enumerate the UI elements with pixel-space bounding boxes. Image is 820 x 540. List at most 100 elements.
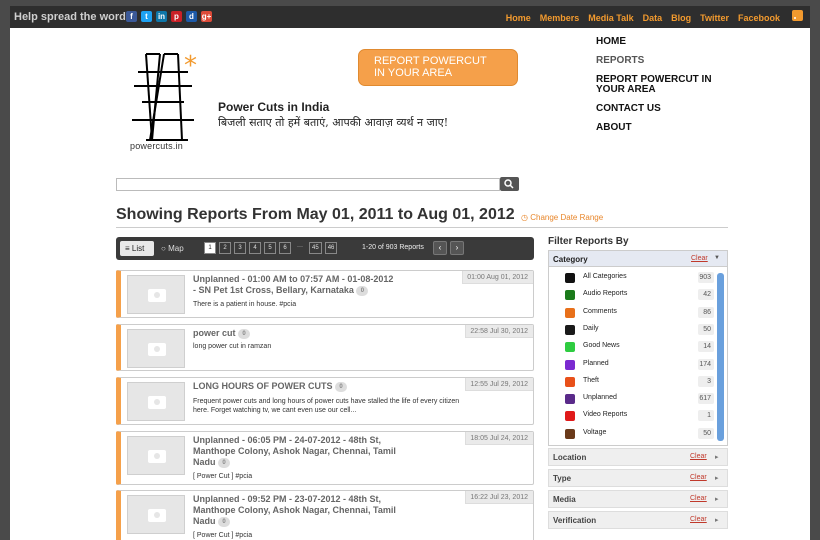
page-45[interactable]: 45	[309, 242, 322, 254]
category-count: 617	[698, 393, 714, 405]
report-thumbnail	[127, 329, 185, 368]
report-description: [ Power Cut ] #pcia	[193, 473, 253, 480]
digg-icon[interactable]: d	[186, 11, 197, 22]
category-item[interactable]: Planned 174	[549, 358, 714, 375]
report-title[interactable]: LONG HOURS OF POWER CUTS	[193, 381, 333, 391]
category-item[interactable]: Voltage 50	[549, 427, 714, 444]
category-name: Voltage	[583, 428, 607, 436]
heading-divider	[116, 227, 728, 228]
topnav-facebook-link[interactable]: Facebook	[738, 13, 780, 23]
page-6[interactable]: 6	[279, 242, 291, 254]
category-item[interactable]: Daily 50	[549, 323, 714, 340]
category-swatch-icon	[565, 376, 575, 387]
facebook-icon[interactable]: f	[126, 11, 137, 22]
nav-about[interactable]: ABOUT	[596, 123, 720, 133]
page-2[interactable]: 2	[219, 242, 231, 254]
filter-section-location[interactable]: Location Clear ▸	[548, 448, 728, 466]
page-content: * powercuts.in Power Cuts in India बिजली…	[10, 28, 810, 540]
category-scrollbar[interactable]	[717, 273, 724, 441]
linkedin-icon[interactable]: in	[156, 11, 167, 22]
filter-title: Filter Reports By	[548, 236, 629, 247]
nav-home[interactable]: HOME	[596, 37, 720, 47]
category-item[interactable]: Video Reports 1	[549, 409, 714, 426]
category-swatch-icon	[565, 394, 575, 405]
map-view-button[interactable]: ○ Map	[161, 244, 184, 253]
topnav-home-link[interactable]: Home	[506, 13, 531, 23]
googleplus-icon[interactable]: g+	[201, 11, 212, 22]
result-count: 1-20 of 903 Reports	[362, 244, 424, 251]
comment-count: 0	[238, 328, 251, 339]
map-view-label: Map	[168, 244, 184, 253]
top-nav: Home Members Media Talk Data Blog Twitte…	[506, 13, 780, 23]
reports-toolbar: ≡ List ○ Map 1 2 3 4 5 6 ··· 45 46 1-20 …	[116, 237, 534, 260]
filter-clear-link[interactable]: Clear	[690, 516, 707, 523]
search-input[interactable]	[116, 178, 500, 191]
report-thumbnail	[127, 495, 185, 534]
category-count: 42	[698, 289, 714, 301]
twitter-icon[interactable]: t	[141, 11, 152, 22]
category-swatch-icon	[565, 324, 575, 335]
report-thumbnail	[127, 436, 185, 475]
site-title: Power Cuts in India	[218, 100, 330, 114]
category-item[interactable]: Good News 14	[549, 340, 714, 357]
page-5[interactable]: 5	[264, 242, 276, 254]
reports-heading: Showing Reports From May 01, 2011 to Aug…	[116, 206, 515, 223]
topnav-media-talk-link[interactable]: Media Talk	[588, 13, 633, 23]
report-date: 22:58 Jul 30, 2012	[465, 325, 533, 338]
page-3[interactable]: 3	[234, 242, 246, 254]
page-46[interactable]: 46	[324, 242, 338, 254]
report-card[interactable]: Unplanned - 06:05 PM - 24-07-2012 - 48th…	[116, 431, 534, 485]
nav-reports[interactable]: REPORTS	[596, 56, 720, 66]
report-title[interactable]: power cut	[193, 328, 236, 338]
site-tagline: बिजली सताए तो हमें बताएं, आपकी आवाज़ व्य…	[218, 116, 449, 129]
report-date: 16:22 Jul 23, 2012	[465, 491, 533, 504]
category-item[interactable]: Theft 3	[549, 375, 714, 392]
clock-icon: ◷	[521, 213, 528, 222]
category-header[interactable]: Category Clear ▼	[549, 251, 727, 267]
page-4[interactable]: 4	[249, 242, 261, 254]
report-card[interactable]: Unplanned - 01:00 AM to 07:57 AM - 01-08…	[116, 270, 534, 318]
report-powercut-button[interactable]: REPORT POWERCUT IN YOUR AREA	[358, 49, 518, 86]
category-item[interactable]: Audio Reports 42	[549, 288, 714, 305]
topnav-blog-link[interactable]: Blog	[671, 13, 691, 23]
topnav-members-link[interactable]: Members	[540, 13, 580, 23]
category-name: Comments	[583, 307, 617, 315]
report-description: Frequent power cuts and long hours of po…	[193, 398, 460, 414]
filter-clear-link[interactable]: Clear	[690, 474, 707, 481]
change-date-range-link[interactable]: ◷ Change Date Range	[521, 213, 603, 222]
category-item[interactable]: All Categories 903	[549, 271, 714, 288]
report-card[interactable]: Unplanned - 09:52 PM - 23-07-2012 - 48th…	[116, 490, 534, 540]
change-date-label: Change Date Range	[530, 213, 604, 222]
rss-icon[interactable]	[792, 10, 803, 21]
list-view-button[interactable]: ≡ List	[120, 241, 154, 256]
report-description: long power cut in ramzan	[193, 343, 272, 350]
category-clear-link[interactable]: Clear	[691, 255, 708, 262]
category-name: Planned	[583, 359, 609, 367]
report-date: 12:55 Jul 29, 2012	[465, 378, 533, 391]
main-nav: HOME REPORTS REPORT POWERCUT IN YOUR ARE…	[596, 37, 720, 142]
category-count: 1	[698, 410, 714, 422]
category-swatch-icon	[565, 428, 575, 439]
logo-text: powercuts.in	[130, 141, 183, 151]
list-view-label: List	[131, 244, 145, 253]
search-button[interactable]	[500, 177, 519, 191]
page-1[interactable]: 1	[204, 242, 216, 254]
report-card[interactable]: LONG HOURS OF POWER CUTS 0 12:55 Jul 29,…	[116, 377, 534, 425]
filter-section-media[interactable]: Media Clear ▸	[548, 490, 728, 508]
prev-page-button[interactable]: ‹	[433, 241, 447, 255]
nav-report-powercut[interactable]: REPORT POWERCUT IN YOUR AREA	[596, 75, 720, 95]
category-count: 86	[698, 306, 714, 318]
filter-section-type[interactable]: Type Clear ▸	[548, 469, 728, 487]
pinterest-icon[interactable]: p	[171, 11, 182, 22]
category-count: 14	[698, 341, 714, 353]
nav-contact-us[interactable]: CONTACT US	[596, 104, 720, 114]
category-item[interactable]: Comments 86	[549, 306, 714, 323]
filter-section-verification[interactable]: Verification Clear ▸	[548, 511, 728, 529]
topnav-data-link[interactable]: Data	[643, 13, 663, 23]
filter-clear-link[interactable]: Clear	[690, 453, 707, 460]
filter-clear-link[interactable]: Clear	[690, 495, 707, 502]
category-item[interactable]: Unplanned 617	[549, 392, 714, 409]
topnav-twitter-link[interactable]: Twitter	[700, 13, 729, 23]
report-card[interactable]: power cut 0 22:58 Jul 30, 2012 long powe…	[116, 324, 534, 371]
next-page-button[interactable]: ›	[450, 241, 464, 255]
